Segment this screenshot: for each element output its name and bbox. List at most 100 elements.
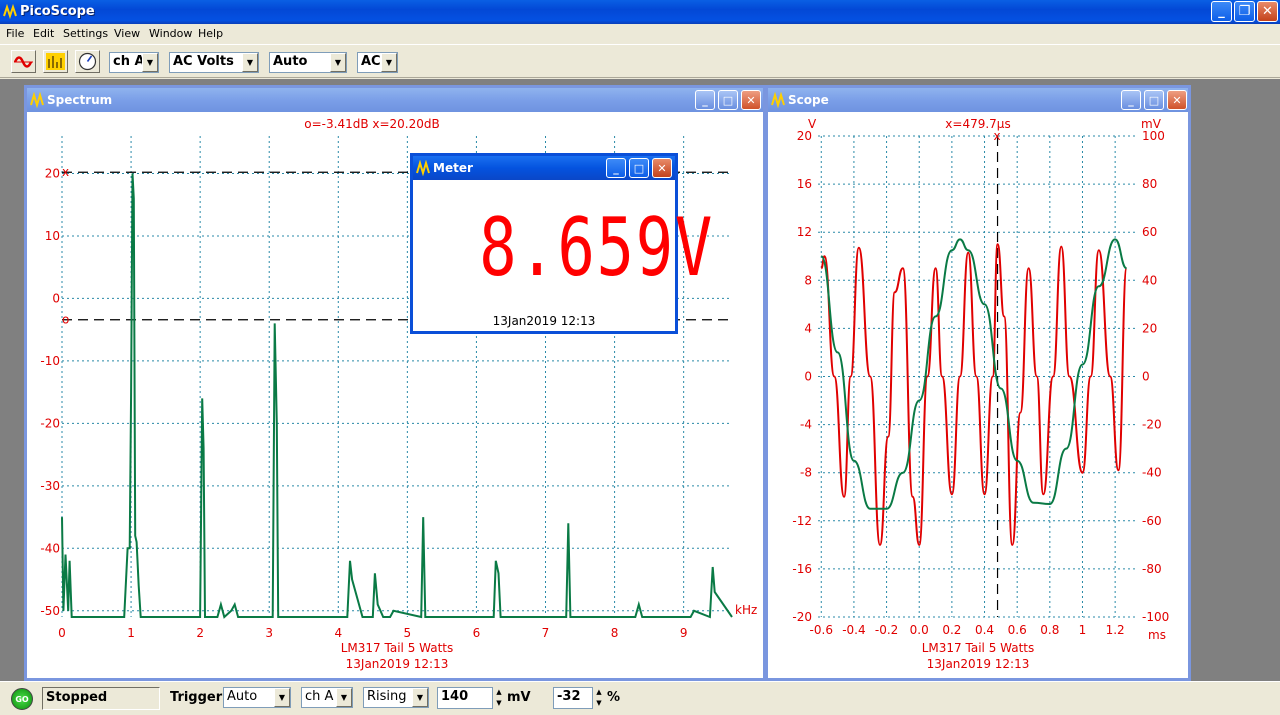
spectrum-maximize-button[interactable]: □ — [718, 90, 738, 110]
coupling-select[interactable]: AC ▼ — [357, 52, 398, 73]
scope-minimize-button[interactable]: _ — [1121, 90, 1141, 110]
menu-edit[interactable]: Edit — [33, 27, 54, 40]
scope-left-tick-label: 8 — [804, 273, 812, 287]
spectrum-view-button[interactable] — [43, 50, 68, 73]
spectrum-x-tick-label: 0 — [58, 626, 66, 640]
scope-x-tick-label: 0.0 — [910, 623, 929, 637]
spectrum-y-tick-label: -50 — [40, 604, 60, 618]
restore-button[interactable]: ❐ — [1234, 1, 1255, 22]
scope-plot[interactable]: V mV x=479.7µs -0.6 -0.4 -0.2 0.0 0.2 0.4 0.6 0… — [768, 112, 1188, 678]
meter-timestamp: 13Jan2019 12:13 — [492, 314, 596, 328]
measurement-mode-select[interactable]: AC Volts ▼ — [169, 52, 259, 73]
close-button[interactable]: ✕ — [1257, 1, 1278, 22]
spectrum-x-tick-label: 7 — [542, 626, 550, 640]
spectrum-marker-readout: o=-3.41dB x=20.20dB — [304, 117, 439, 131]
scope-right-tick-label: -60 — [1142, 514, 1162, 528]
spectrum-x-tick-label: 8 — [611, 626, 619, 640]
spectrum-window-icon — [30, 92, 44, 108]
trigger-channel-select[interactable]: ch A ▼ — [301, 687, 353, 708]
scope-right-tick-label: -40 — [1142, 466, 1162, 480]
spectrum-title-bar: Spectrum _ □ ✕ — [27, 88, 763, 112]
range-select[interactable]: Auto ▼ — [269, 52, 347, 73]
go-button[interactable]: GO — [11, 688, 33, 710]
scope-right-tick-label: 80 — [1142, 177, 1157, 191]
scope-left-tick-label: 4 — [804, 321, 812, 335]
trigger-level-unit: mV — [507, 690, 531, 705]
trigger-label: Trigger — [170, 690, 223, 705]
scope-left-tick-label: 0 — [804, 370, 812, 384]
scope-right-tick-label: -80 — [1142, 562, 1162, 576]
scope-right-tick-label: -100 — [1142, 610, 1169, 624]
spectrum-y-tick-label: -30 — [40, 479, 60, 493]
channel-select[interactable]: ch A ▼ — [109, 52, 159, 73]
pretrigger-spinner[interactable]: ▲ ▼ — [594, 687, 604, 709]
menu-view[interactable]: View — [114, 27, 140, 40]
scope-left-tick-label: -8 — [800, 466, 812, 480]
scope-window: Scope _ □ ✕ V mV x=479.7µs -0.6 -0.4 -0.2 0… — [765, 85, 1191, 681]
menu-settings[interactable]: Settings — [63, 27, 108, 40]
scope-left-tick-label: 20 — [797, 129, 812, 143]
scope-cursor-readout: x=479.7µs — [945, 117, 1010, 131]
menu-help[interactable]: Help — [198, 27, 223, 40]
spectrum-y-tick-label: -40 — [40, 541, 60, 555]
scope-x-tick-label: 0.4 — [975, 623, 994, 637]
chevron-down-icon: ▼ — [336, 688, 352, 707]
spectrum-x-unit: kHz — [735, 603, 757, 617]
chevron-down-icon: ▼ — [330, 53, 346, 72]
spectrum-y-tick-label: -20 — [40, 416, 60, 430]
scope-right-tick-label: 40 — [1142, 273, 1157, 287]
trigger-level-spinner[interactable]: ▲ ▼ — [494, 687, 504, 709]
scope-right-tick-label: 60 — [1142, 225, 1157, 239]
chevron-down-icon: ▼ — [274, 688, 290, 707]
scope-x-tick-label: 0.6 — [1008, 623, 1027, 637]
scope-x-tick-label: -0.6 — [810, 623, 833, 637]
meter-title-bar: Meter _ □ ✕ — [413, 156, 675, 180]
spectrum-minimize-button[interactable]: _ — [695, 90, 715, 110]
scope-footer-date: 13Jan2019 12:13 — [927, 657, 1030, 671]
minimize-button[interactable]: _ — [1211, 1, 1232, 22]
scope-left-tick-label: -4 — [800, 418, 812, 432]
scope-left-tick-label: 12 — [797, 225, 812, 239]
pretrigger-input[interactable]: -32 — [553, 687, 593, 709]
toolbar: ch A ▼ AC Volts ▼ Auto ▼ AC ▼ — [0, 44, 1280, 78]
scope-right-tick-label: -20 — [1142, 418, 1162, 432]
meter-view-button[interactable] — [75, 50, 100, 73]
scope-view-button[interactable] — [11, 50, 36, 73]
chevron-down-icon: ▼ — [412, 688, 428, 707]
scope-title-bar: Scope _ □ ✕ — [768, 88, 1188, 112]
spectrum-y-tick-label: 10 — [45, 229, 60, 243]
menu-window[interactable]: Window — [149, 27, 192, 40]
scope-footer-title: LM317 Tail 5 Watts — [922, 641, 1035, 655]
spectrum-marker-o-label: o — [62, 313, 69, 327]
meter-maximize-button[interactable]: □ — [629, 158, 649, 178]
trigger-edge-select[interactable]: Rising ▼ — [363, 687, 429, 708]
spectrum-y-tick-label: 20 — [45, 166, 60, 180]
scope-trace-red — [820, 243, 1128, 546]
meter-minimize-button[interactable]: _ — [606, 158, 626, 178]
spectrum-x-tick-label: 5 — [404, 626, 412, 640]
scope-title: Scope — [788, 93, 829, 107]
scope-close-button[interactable]: ✕ — [1167, 90, 1187, 110]
chevron-down-icon: ▼ — [381, 53, 397, 72]
spectrum-x-tick-label: 6 — [473, 626, 481, 640]
scope-x-tick-label: 0.8 — [1040, 623, 1059, 637]
menu-bar: File Edit Settings View Window Help — [0, 24, 1280, 44]
scope-x-tick-label: 1 — [1079, 623, 1087, 637]
spectrum-close-button[interactable]: ✕ — [741, 90, 761, 110]
scope-x-tick-label: 0.2 — [942, 623, 961, 637]
scope-wave-icon — [13, 56, 33, 68]
chevron-down-icon: ▼ — [142, 53, 158, 72]
scope-maximize-button[interactable]: □ — [1144, 90, 1164, 110]
meter-close-button[interactable]: ✕ — [652, 158, 672, 178]
trigger-mode-select[interactable]: Auto ▼ — [223, 687, 291, 708]
menu-file[interactable]: File — [6, 27, 24, 40]
trigger-level-input[interactable]: 140 — [437, 687, 493, 709]
scope-left-tick-label: -12 — [792, 514, 812, 528]
scope-right-tick-label: 20 — [1142, 321, 1157, 335]
scope-x-unit: ms — [1148, 628, 1166, 642]
spectrum-bars-icon — [46, 53, 65, 70]
spectrum-footer-title: LM317 Tail 5 Watts — [341, 641, 454, 655]
scope-cursor-mark: x — [994, 129, 1001, 143]
scope-left-tick-label: -16 — [792, 562, 812, 576]
meter-window: Meter _ □ ✕ 8.659V 13Jan2019 12:13 — [410, 153, 712, 334]
